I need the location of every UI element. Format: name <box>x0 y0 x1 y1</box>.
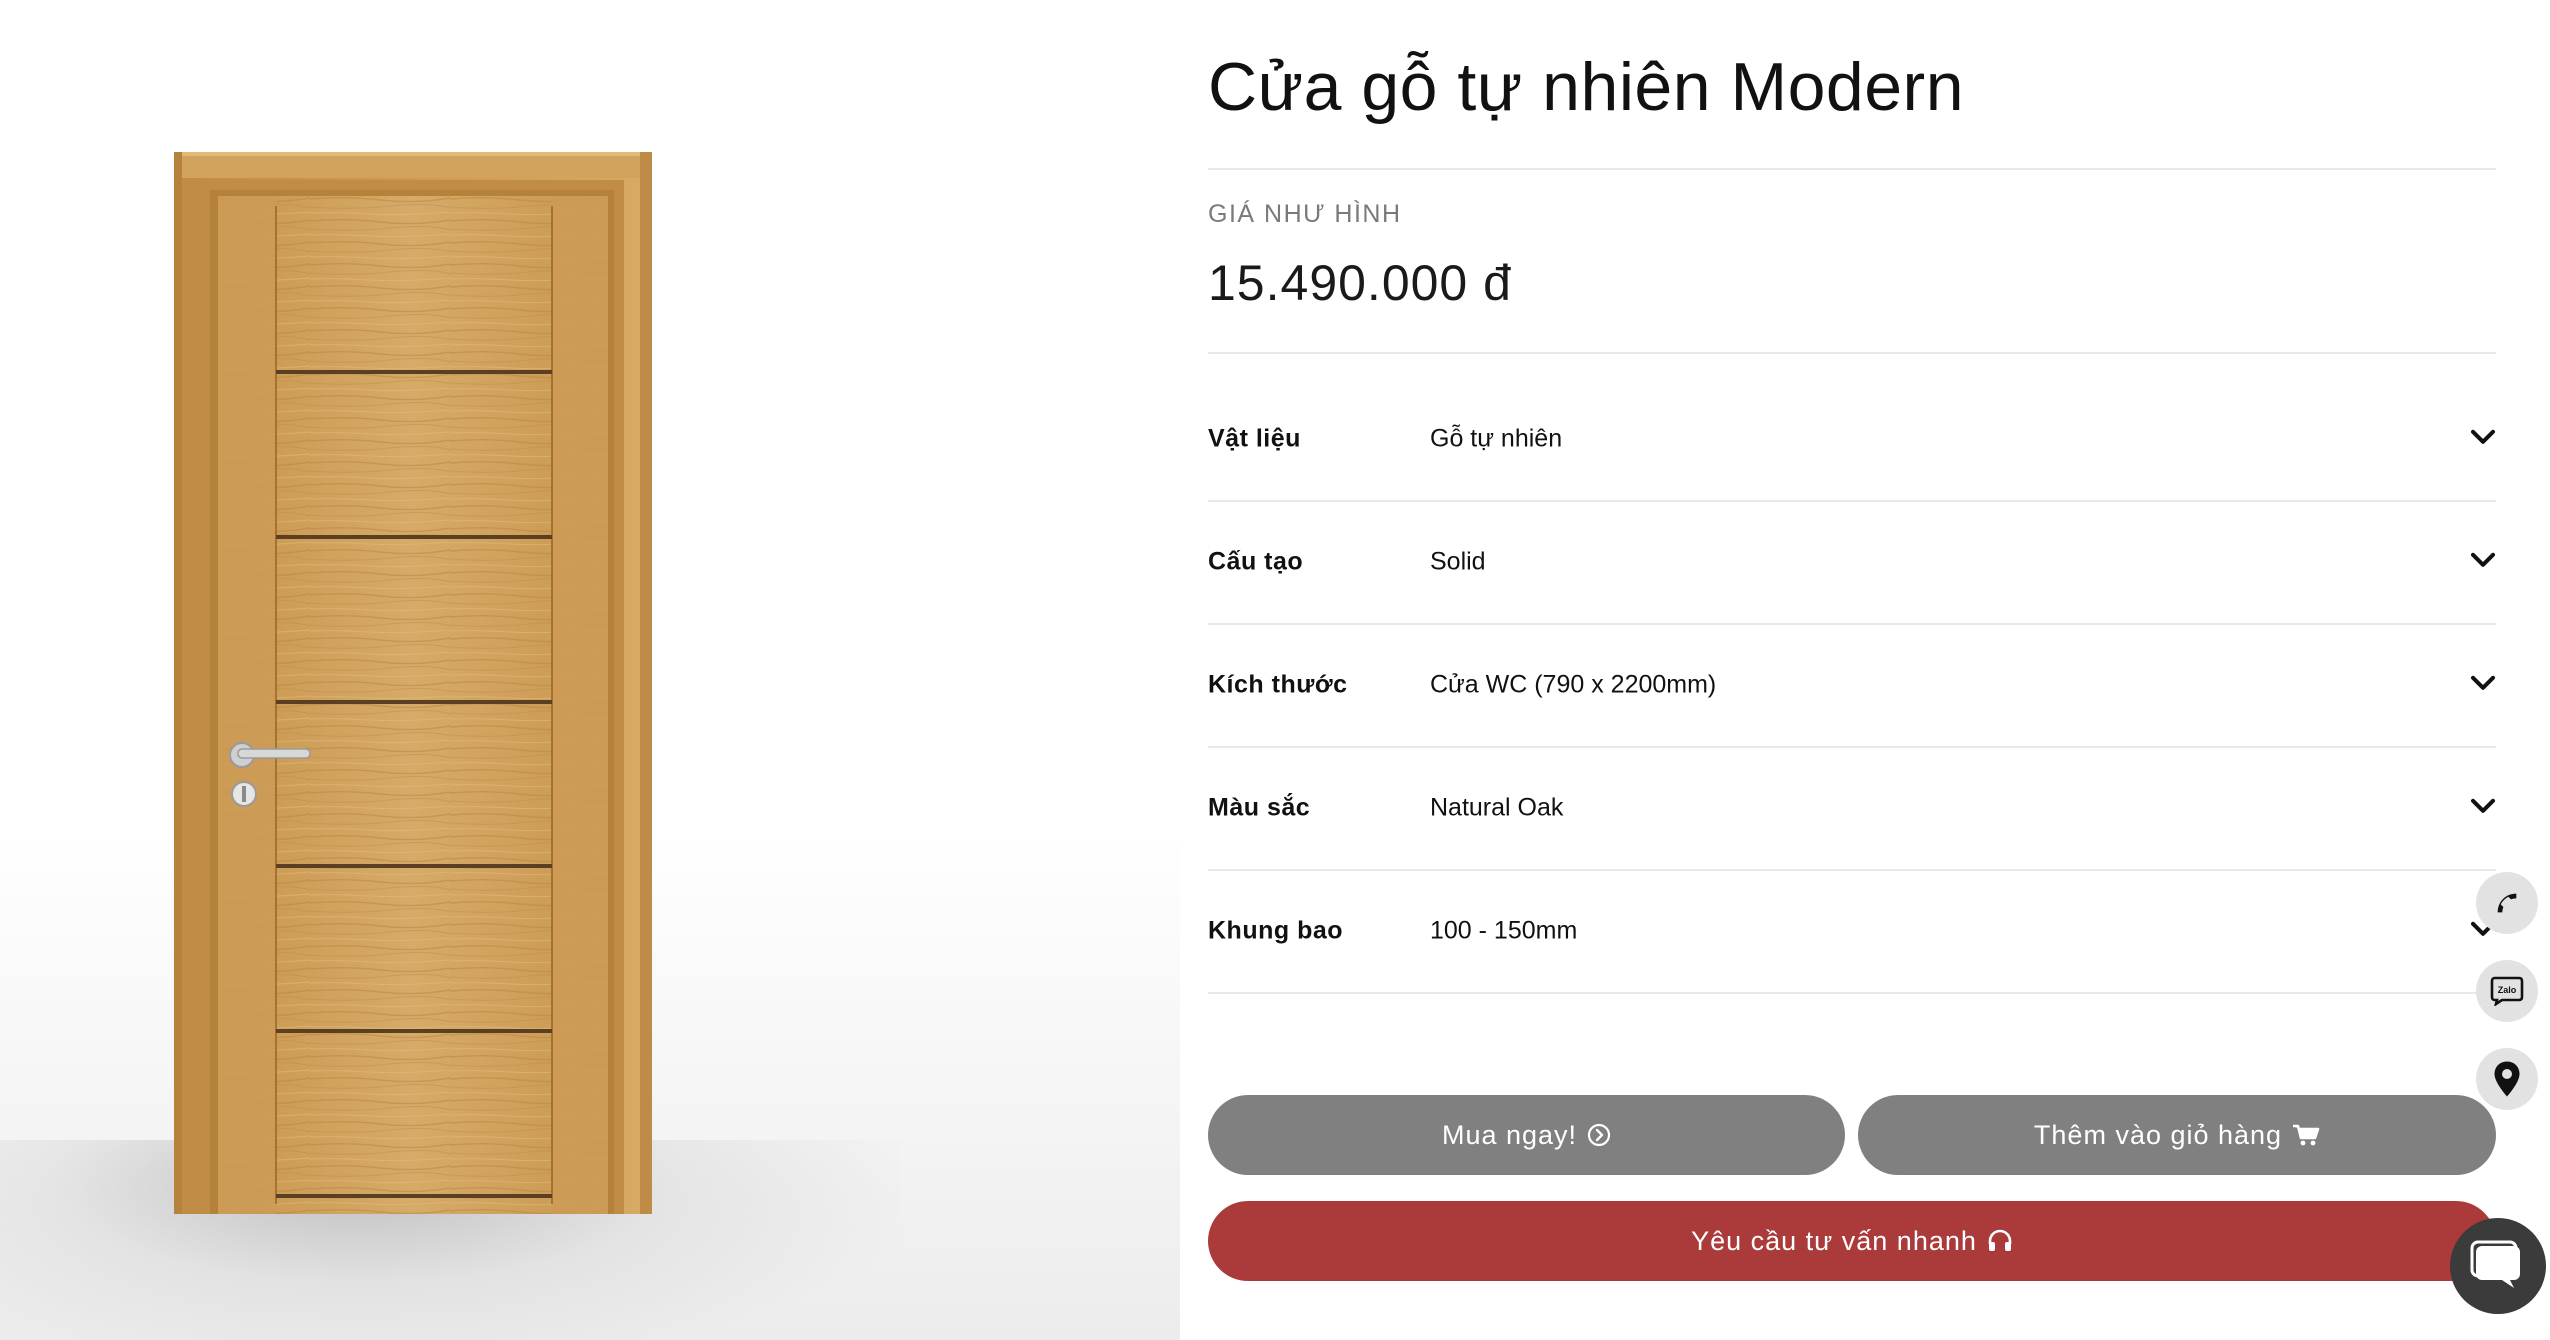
product-title: Cửa gỗ tự nhiên Modern <box>1208 49 1965 125</box>
chat-button[interactable] <box>2450 1218 2546 1314</box>
option-value: Cửa WC (790 x 2200mm) <box>1430 670 1717 699</box>
zalo-button[interactable]: Zalo <box>2476 960 2538 1022</box>
headset-icon <box>1988 1229 2012 1251</box>
buy-now-button[interactable]: Mua ngay! <box>1208 1095 1845 1175</box>
zalo-icon: Zalo <box>2490 976 2524 1006</box>
map-pin-icon <box>2494 1061 2520 1097</box>
product-price: 15.490.000 đ <box>1208 255 1512 311</box>
divider <box>1208 168 2496 170</box>
option-value: Gỗ tự nhiên <box>1430 424 1563 453</box>
option-value: 100 - 150mm <box>1430 916 1578 945</box>
quick-consult-button[interactable]: Yêu cầu tư vấn nhanh <box>1208 1201 2496 1281</box>
option-value: Natural Oak <box>1430 793 1564 822</box>
option-label: Màu sắc <box>1208 793 1311 822</box>
buy-now-label: Mua ngay! <box>1441 1119 1578 1150</box>
option-structure[interactable]: Cấu tạo Solid <box>1208 501 2496 623</box>
add-to-cart-button[interactable]: Thêm vào giỏ hàng <box>1858 1095 2496 1175</box>
cart-icon <box>2293 1124 2320 1146</box>
option-label: Kích thước <box>1208 670 1348 699</box>
add-to-cart-label: Thêm vào giỏ hàng <box>2033 1119 2283 1150</box>
option-material[interactable]: Vật liệu Gỗ tự nhiên <box>1208 378 2496 500</box>
quick-consult-label: Yêu cầu tư vấn nhanh <box>1691 1225 1977 1256</box>
phone-button[interactable] <box>2476 872 2538 934</box>
map-button[interactable] <box>2476 1048 2538 1110</box>
option-label: Vật liệu <box>1208 424 1301 453</box>
chat-icon <box>2470 1240 2520 1288</box>
chevron-down-icon[interactable] <box>2470 428 2496 446</box>
arrow-circle-right-icon <box>1587 1123 1611 1147</box>
product-image[interactable] <box>170 150 655 1220</box>
chevron-down-icon[interactable] <box>2470 674 2496 692</box>
divider <box>1208 352 2496 354</box>
chevron-down-icon[interactable] <box>2470 797 2496 815</box>
option-label: Cấu tạo <box>1208 547 1304 576</box>
option-color[interactable]: Màu sắc Natural Oak <box>1208 747 2496 869</box>
product-gallery <box>0 0 1180 1340</box>
option-frame[interactable]: Khung bao 100 - 150mm <box>1208 870 2496 992</box>
phone-icon <box>2497 893 2517 913</box>
option-size[interactable]: Kích thước Cửa WC (790 x 2200mm) <box>1208 624 2496 746</box>
price-label: GIÁ NHƯ HÌNH <box>1208 200 1402 228</box>
option-label: Khung bao <box>1208 916 1344 945</box>
zalo-label: Zalo <box>2498 985 2517 995</box>
option-value: Solid <box>1430 547 1486 576</box>
chevron-down-icon[interactable] <box>2470 551 2496 569</box>
divider <box>1208 992 2496 994</box>
